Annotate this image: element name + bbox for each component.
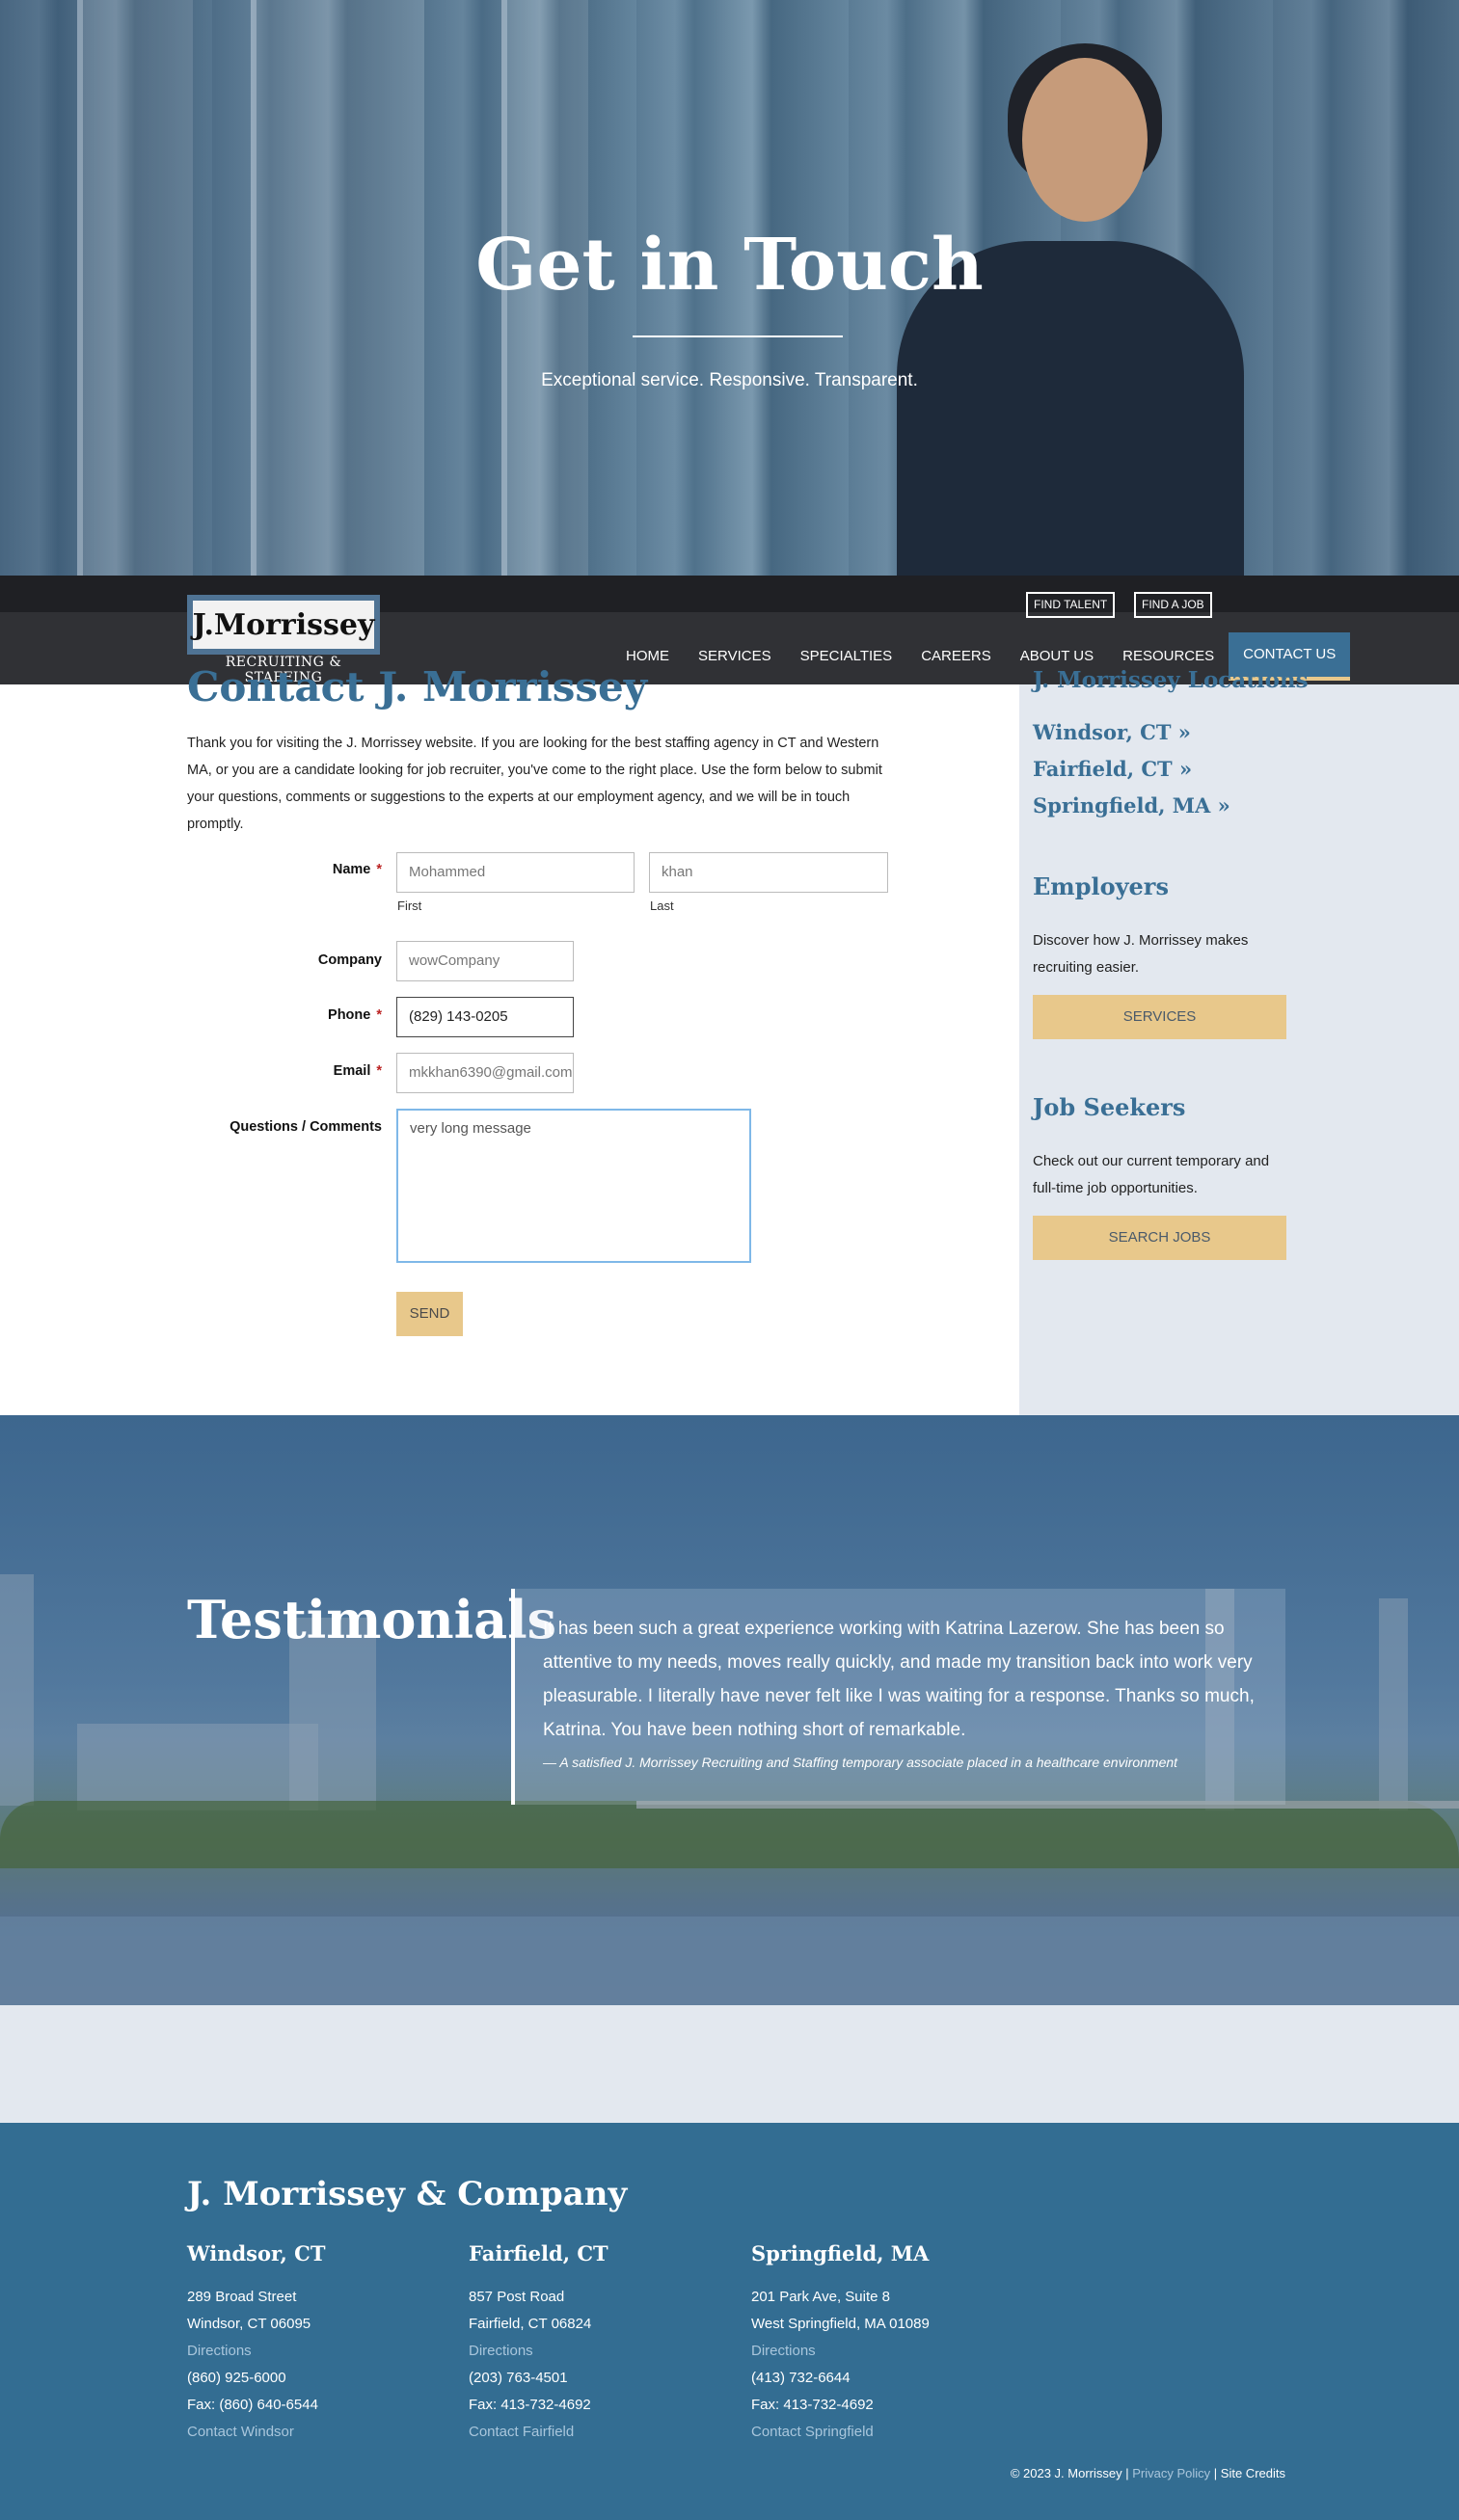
footer-copyright: © 2023 J. Morrissey | Privacy Policy | S… xyxy=(1011,2466,1285,2480)
email-label: Email * xyxy=(333,1063,382,1079)
intro-text: Thank you for visiting the J. Morrissey … xyxy=(187,736,882,832)
skyline-building xyxy=(0,1574,34,1806)
office-phone[interactable]: (413) 732-6644 xyxy=(751,2365,1021,2392)
required-marker: * xyxy=(376,1007,382,1023)
footer-separator: | xyxy=(1213,2466,1218,2480)
office-street: 857 Post Road xyxy=(469,2289,565,2305)
office-citystate: West Springfield, MA 01089 xyxy=(751,2316,930,2332)
nav-careers[interactable]: CAREERS xyxy=(906,632,1006,681)
name-label: Name * xyxy=(332,862,382,877)
office-contact-link[interactable]: Contact Fairfield xyxy=(469,2419,739,2446)
skyline-tower xyxy=(1379,1598,1408,1810)
copyright-text: © 2023 J. Morrissey | xyxy=(1010,2466,1129,2480)
office-phone[interactable]: (860) 925-6000 xyxy=(187,2365,457,2392)
office-citystate: Fairfield, CT 06824 xyxy=(469,2316,592,2332)
email-field[interactable]: mkkhan6390@gmail.com xyxy=(396,1053,574,1093)
office-city: Windsor, CT xyxy=(187,2241,326,2265)
hero-divider xyxy=(633,335,843,337)
required-marker: * xyxy=(376,1063,382,1079)
comments-textarea[interactable]: very long message xyxy=(396,1109,751,1263)
location-link-windsor[interactable]: Windsor, CT » xyxy=(1033,720,1191,744)
office-directions-link[interactable]: Directions xyxy=(469,2338,739,2365)
job-seekers-text: Check out our current temporary and full… xyxy=(1033,1153,1270,1196)
skyline-building xyxy=(77,1724,318,1810)
office-fax: Fax: 413-732-4692 xyxy=(751,2397,874,2413)
find-a-job-button[interactable]: FIND A JOB xyxy=(1134,592,1212,618)
hero-subtitle: Exceptional service. Responsive. Transpa… xyxy=(541,370,918,390)
last-name-sublabel: Last xyxy=(650,898,674,913)
office-city: Fairfield, CT xyxy=(469,2241,608,2265)
services-button[interactable]: SERVICES xyxy=(1033,995,1286,1039)
office-fax: Fax: (860) 640-6544 xyxy=(187,2397,318,2413)
nav-services[interactable]: SERVICES xyxy=(684,632,786,681)
last-name-field[interactable]: khan xyxy=(649,852,888,893)
bridge xyxy=(636,1801,1459,1859)
location-link-fairfield[interactable]: Fairfield, CT » xyxy=(1033,757,1192,781)
footer-office-fairfield: Fairfield, CT 857 Post Road Fairfield, C… xyxy=(469,2241,739,2446)
office-fax: Fax: 413-732-4692 xyxy=(469,2397,591,2413)
first-name-sublabel: First xyxy=(397,898,422,913)
phone-field[interactable]: (829) 143-0205 xyxy=(396,997,574,1037)
footer-office-springfield: Springfield, MA 201 Park Ave, Suite 8 We… xyxy=(751,2241,1021,2446)
find-talent-button[interactable]: FIND TALENT xyxy=(1026,592,1116,618)
locations-heading: J. Morrissey Locations xyxy=(1033,667,1309,693)
employers-heading: Employers xyxy=(1033,872,1169,900)
office-citystate: Windsor, CT 06095 xyxy=(187,2316,311,2332)
office-directions-link[interactable]: Directions xyxy=(751,2338,1021,2365)
company-label: Company xyxy=(317,952,382,968)
comments-label: Questions / Comments xyxy=(230,1119,382,1135)
job-seekers-heading: Job Seekers xyxy=(1033,1093,1186,1121)
footer-brand: J. Morrissey & Company xyxy=(187,2175,628,2213)
office-city: Springfield, MA xyxy=(751,2241,930,2265)
site-logo[interactable]: J.Morrissey RECRUITING & STAFFING xyxy=(187,595,380,685)
page-title: Contact J. Morrissey xyxy=(187,663,648,710)
first-name-field[interactable]: Mohammed xyxy=(396,852,635,893)
nav-specialties[interactable]: SPECIALTIES xyxy=(786,632,907,681)
testimonial-quote: It has been such a great experience work… xyxy=(543,1619,1255,1740)
office-contact-link[interactable]: Contact Windsor xyxy=(187,2419,457,2446)
location-link-springfield[interactable]: Springfield, MA » xyxy=(1033,793,1230,818)
testimonials-title: Testimonials xyxy=(187,1589,557,1650)
office-street: 201 Park Ave, Suite 8 xyxy=(751,2289,890,2305)
river xyxy=(0,1917,1459,2005)
footer-office-windsor: Windsor, CT 289 Broad Street Windsor, CT… xyxy=(187,2241,457,2446)
search-jobs-button[interactable]: SEARCH JOBS xyxy=(1033,1216,1286,1260)
hero-title: Get in Touch xyxy=(475,224,984,307)
employers-text: Discover how J. Morrissey makes recruiti… xyxy=(1033,932,1249,976)
send-button[interactable]: SEND xyxy=(396,1292,463,1336)
required-marker: * xyxy=(376,862,382,877)
company-field[interactable]: wowCompany xyxy=(396,941,574,981)
testimonial-citation: — A satisfied J. Morrissey Recruiting an… xyxy=(543,1755,1178,1770)
office-directions-link[interactable]: Directions xyxy=(187,2338,457,2365)
office-phone[interactable]: (203) 763-4501 xyxy=(469,2365,739,2392)
office-street: 289 Broad Street xyxy=(187,2289,297,2305)
logo-wordmark: J.Morrissey xyxy=(193,601,374,649)
privacy-policy-link[interactable]: Privacy Policy xyxy=(1132,2466,1210,2480)
section-spacer xyxy=(0,2005,1459,2123)
site-credits-link[interactable]: Site Credits xyxy=(1221,2466,1285,2480)
phone-label: Phone * xyxy=(328,1007,382,1023)
office-contact-link[interactable]: Contact Springfield xyxy=(751,2419,1021,2446)
hero-photo-person xyxy=(839,39,1292,576)
